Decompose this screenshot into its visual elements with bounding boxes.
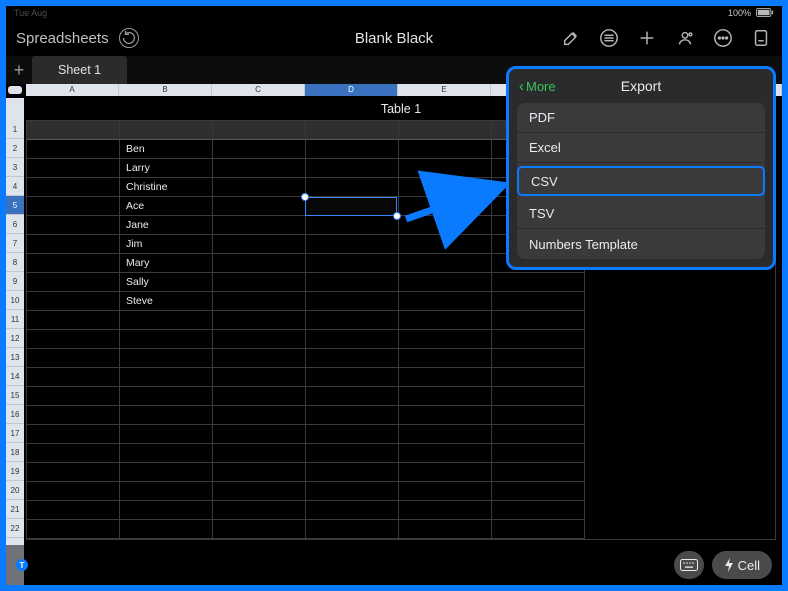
collaborate-icon[interactable] (674, 27, 696, 49)
back-button[interactable]: Spreadsheets (16, 30, 109, 47)
doc-icon[interactable] (750, 27, 772, 49)
export-popover: ‹ More Export PDFExcelCSVTSVNumbers Temp… (506, 66, 776, 270)
battery-icon (756, 8, 774, 19)
keyboard-button[interactable] (674, 551, 704, 579)
add-sheet-button[interactable]: + (6, 61, 32, 79)
cell-button-label: Cell (738, 558, 760, 573)
battery-label: 100% (728, 8, 751, 18)
export-option[interactable]: TSV (517, 199, 765, 229)
chevron-left-icon: ‹ (519, 78, 524, 95)
popover-title: Export (621, 78, 661, 94)
bottom-toolbar: T Cell (6, 545, 782, 585)
status-icons-right: 100% (723, 8, 774, 19)
sheet-tab[interactable]: Sheet 1 (32, 56, 127, 84)
app-toolbar: Spreadsheets Blank Black (6, 20, 782, 56)
cell-button[interactable]: Cell (712, 551, 772, 579)
menu-circle-icon[interactable] (598, 27, 620, 49)
add-icon[interactable] (636, 27, 658, 49)
export-option[interactable]: Numbers Template (517, 229, 765, 259)
document-title[interactable]: Blank Black (355, 30, 433, 47)
popover-back-button[interactable]: ‹ More (519, 78, 556, 95)
popover-back-label: More (526, 79, 556, 94)
keyboard-icon (680, 559, 698, 571)
export-options-list: PDFExcelCSVTSVNumbers Template (517, 103, 765, 259)
export-option[interactable]: Excel (517, 133, 765, 163)
more-icon[interactable] (712, 27, 734, 49)
text-badge[interactable]: T (16, 559, 28, 571)
paint-icon[interactable] (560, 27, 582, 49)
export-option[interactable]: CSV (517, 166, 765, 196)
undo-icon[interactable] (119, 28, 139, 48)
status-time: Tue Aug (14, 8, 47, 18)
lightning-icon (724, 558, 734, 572)
export-option[interactable]: PDF (517, 103, 765, 133)
